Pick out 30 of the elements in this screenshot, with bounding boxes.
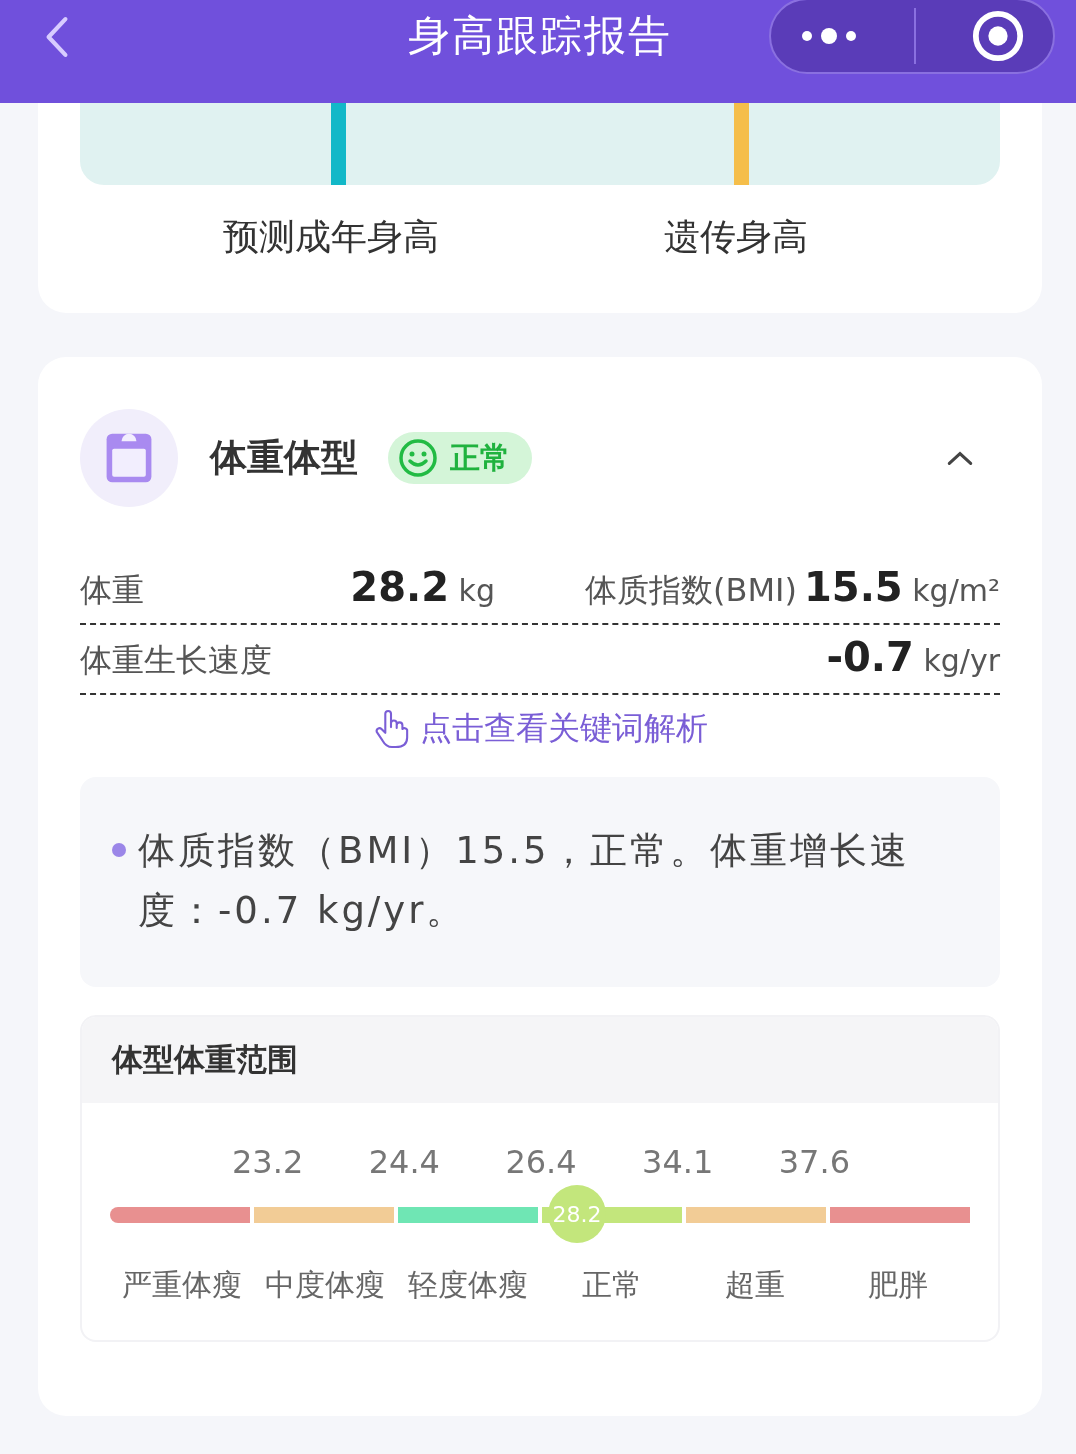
- chevron-icon[interactable]: [946, 450, 974, 466]
- close-icon[interactable]: [971, 9, 1026, 63]
- page-title: 身高跟踪报告: [407, 10, 673, 62]
- range-label: 肥胖: [867, 1266, 930, 1304]
- threshold-value: 23.2: [232, 1143, 304, 1181]
- bullet-dot: [112, 843, 126, 857]
- metric-value: 15.5 kg/m²: [804, 564, 1000, 610]
- metric-label: 体重: [80, 570, 144, 611]
- chart-legend-label: 遗传身高: [664, 215, 808, 259]
- range-label: 中度体瘦: [264, 1266, 386, 1304]
- summary-text: 体质指数（BMI）15.5，正常。体重增长速度：-0.7 kg/yr。: [138, 828, 911, 934]
- threshold-value: 26.4: [505, 1143, 577, 1181]
- weight-marker: 28.2: [547, 1185, 606, 1243]
- metric-value: -0.7 kg/yr: [826, 634, 1000, 680]
- range-title: 体型体重范围: [112, 1040, 298, 1079]
- back-icon[interactable]: [44, 15, 70, 58]
- range-label: 正常: [580, 1266, 643, 1304]
- threshold-value: 34.1: [642, 1143, 714, 1181]
- range-label: 轻度体瘦: [407, 1266, 530, 1304]
- metric-label: 体重生长速度: [80, 640, 272, 681]
- threshold-value: 24.4: [368, 1143, 440, 1181]
- metric-value: 28.2 kg: [350, 564, 495, 610]
- range-label: 超重: [723, 1266, 786, 1304]
- metric-label: 体质指数(BMI): [585, 570, 797, 611]
- chart-legend-label: 预测成年身高: [223, 215, 439, 259]
- keyword-link[interactable]: 点击查看关键词解析: [420, 707, 708, 751]
- section-title: 体重体型: [210, 435, 358, 481]
- status-badge: 正常: [388, 432, 532, 484]
- threshold-value: 37.6: [778, 1143, 850, 1181]
- range-label: 严重体瘦: [120, 1266, 243, 1304]
